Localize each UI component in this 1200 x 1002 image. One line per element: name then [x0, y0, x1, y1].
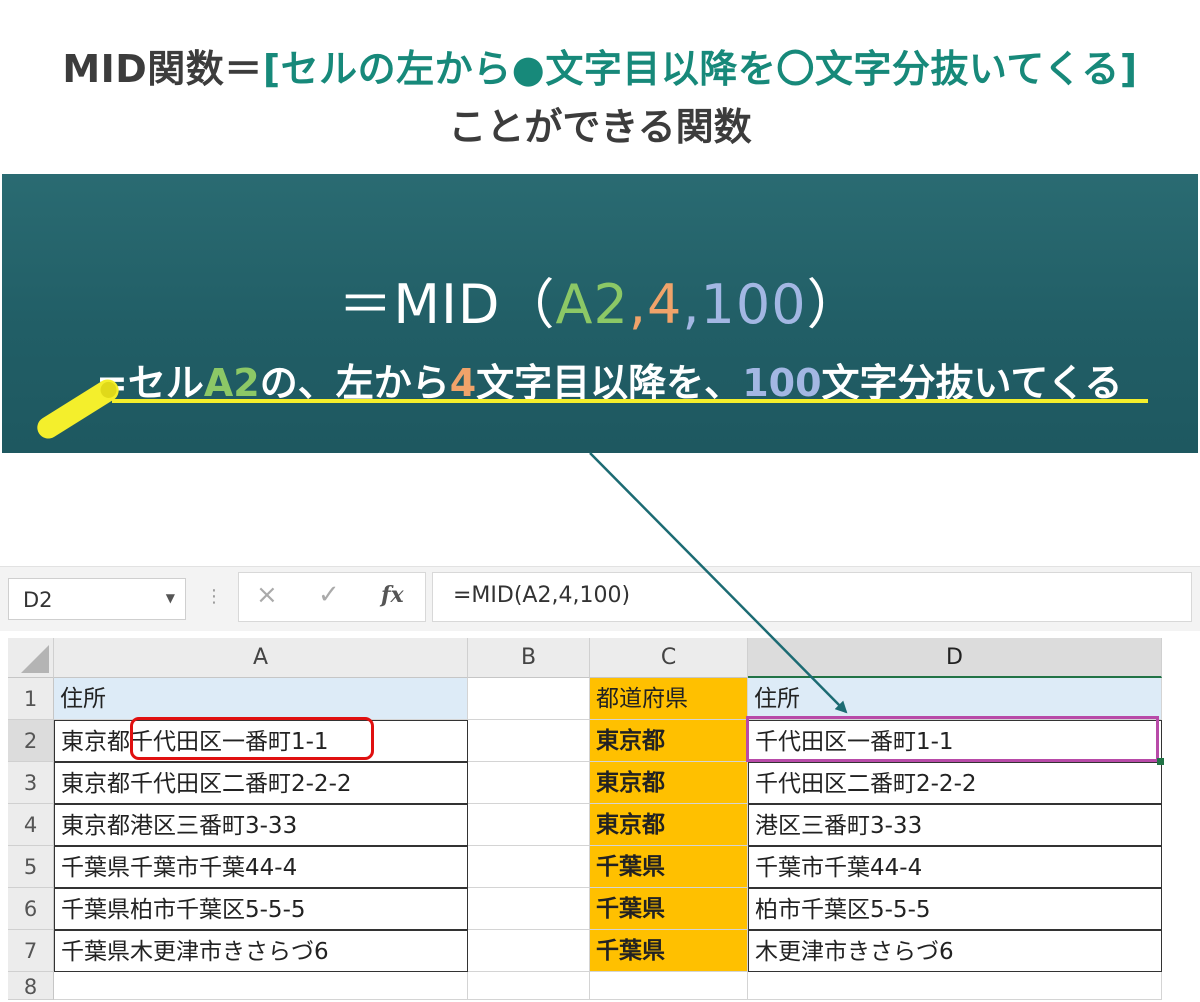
cell-b2[interactable] — [468, 720, 590, 762]
cell-b1[interactable] — [468, 678, 590, 720]
cell-d6[interactable]: 柏市千葉区5-5-5 — [748, 888, 1162, 930]
row-header-8[interactable]: 8 — [8, 972, 54, 1000]
cell-d7[interactable]: 木更津市きさらづ6 — [748, 930, 1162, 972]
row-header-7[interactable]: 7 — [8, 930, 54, 972]
row-header-3[interactable]: 3 — [8, 762, 54, 804]
cell-c2[interactable]: 東京都 — [590, 720, 748, 762]
cell-b6[interactable] — [468, 888, 590, 930]
cancel-icon[interactable]: × — [256, 580, 278, 610]
column-header-d[interactable]: D — [748, 638, 1162, 678]
heading-accent: [セルの左から●文字目以降を〇文字分抜いてくる] — [262, 47, 1138, 91]
cell-a3[interactable]: 東京都千代田区二番町2-2-2 — [54, 762, 468, 804]
row-header-6[interactable]: 6 — [8, 888, 54, 930]
heading-line-1: MID関数＝[セルの左から●文字目以降を〇文字分抜いてくる] — [0, 38, 1200, 93]
formula-sep-1: , — [628, 273, 647, 336]
chalkboard-formula: ＝MID（A2,4,100） — [2, 260, 1198, 339]
cell-d3[interactable]: 千代田区二番町2-2-2 — [748, 762, 1162, 804]
cell-b7[interactable] — [468, 930, 590, 972]
cell-c8[interactable] — [590, 972, 748, 1000]
cell-c1[interactable]: 都道府県 — [590, 678, 748, 720]
chalk-underline — [112, 399, 1148, 403]
cell-a6[interactable]: 千葉県柏市千葉区5-5-5 — [54, 888, 468, 930]
page-heading: MID関数＝[セルの左から●文字目以降を〇文字分抜いてくる] ことができる関数 — [0, 0, 1200, 170]
cell-c5[interactable]: 千葉県 — [590, 846, 748, 888]
column-header-a[interactable]: A — [54, 638, 468, 678]
heading-line-2: ことができる関数 — [448, 105, 752, 149]
formula-arg-cell: A2 — [555, 273, 629, 336]
name-box-value: D2 — [23, 588, 53, 612]
formula-sep-2: , — [682, 273, 701, 336]
extracted-part-highlight — [130, 717, 374, 760]
cell-d4[interactable]: 港区三番町3-33 — [748, 804, 1162, 846]
name-box[interactable]: D2 ▼ — [8, 578, 186, 620]
result-cell-highlight — [746, 716, 1159, 762]
formula-arg-start: 4 — [646, 273, 683, 336]
column-header-c[interactable]: C — [590, 638, 748, 678]
formula-bar-text: =MID(A2,4,100) — [453, 583, 631, 608]
formula-close: ） — [806, 273, 862, 336]
select-all-corner[interactable] — [8, 638, 54, 678]
insert-function-icon[interactable]: fx — [381, 582, 404, 608]
cell-d1[interactable]: 住所 — [748, 678, 1162, 720]
cell-b8[interactable] — [468, 972, 590, 1000]
column-header-b[interactable]: B — [468, 638, 590, 678]
formula-bar-input[interactable]: =MID(A2,4,100) — [432, 572, 1192, 622]
cell-c7[interactable]: 千葉県 — [590, 930, 748, 972]
chevron-down-icon[interactable]: ▼ — [166, 591, 175, 605]
cell-c6[interactable]: 千葉県 — [590, 888, 748, 930]
cell-d8[interactable] — [748, 972, 1162, 1000]
row-header-1[interactable]: 1 — [8, 678, 54, 720]
cell-b5[interactable] — [468, 846, 590, 888]
heading-prefix: MID関数＝ — [62, 47, 263, 91]
row-header-4[interactable]: 4 — [8, 804, 54, 846]
more-options-icon[interactable]: ⋮ — [205, 586, 223, 607]
cell-c3[interactable]: 東京都 — [590, 762, 748, 804]
cell-c4[interactable]: 東京都 — [590, 804, 748, 846]
cell-a1[interactable]: 住所 — [54, 678, 468, 720]
cell-a7[interactable]: 千葉県木更津市きさらづ6 — [54, 930, 468, 972]
formula-eq: ＝MID（ — [338, 273, 556, 336]
cell-b3[interactable] — [468, 762, 590, 804]
row-header-2[interactable]: 2 — [8, 720, 54, 762]
cell-a5[interactable]: 千葉県千葉市千葉44-4 — [54, 846, 468, 888]
cell-d5[interactable]: 千葉市千葉44-4 — [748, 846, 1162, 888]
row-header-5[interactable]: 5 — [8, 846, 54, 888]
fill-handle[interactable] — [1157, 758, 1164, 765]
formula-arg-length: 100 — [700, 273, 807, 336]
cell-b4[interactable] — [468, 804, 590, 846]
cell-a4[interactable]: 東京都港区三番町3-33 — [54, 804, 468, 846]
cell-a8[interactable] — [54, 972, 468, 1000]
check-icon[interactable]: ✓ — [318, 580, 340, 610]
chalkboard: ＝MID（A2,4,100） — [2, 174, 1198, 453]
